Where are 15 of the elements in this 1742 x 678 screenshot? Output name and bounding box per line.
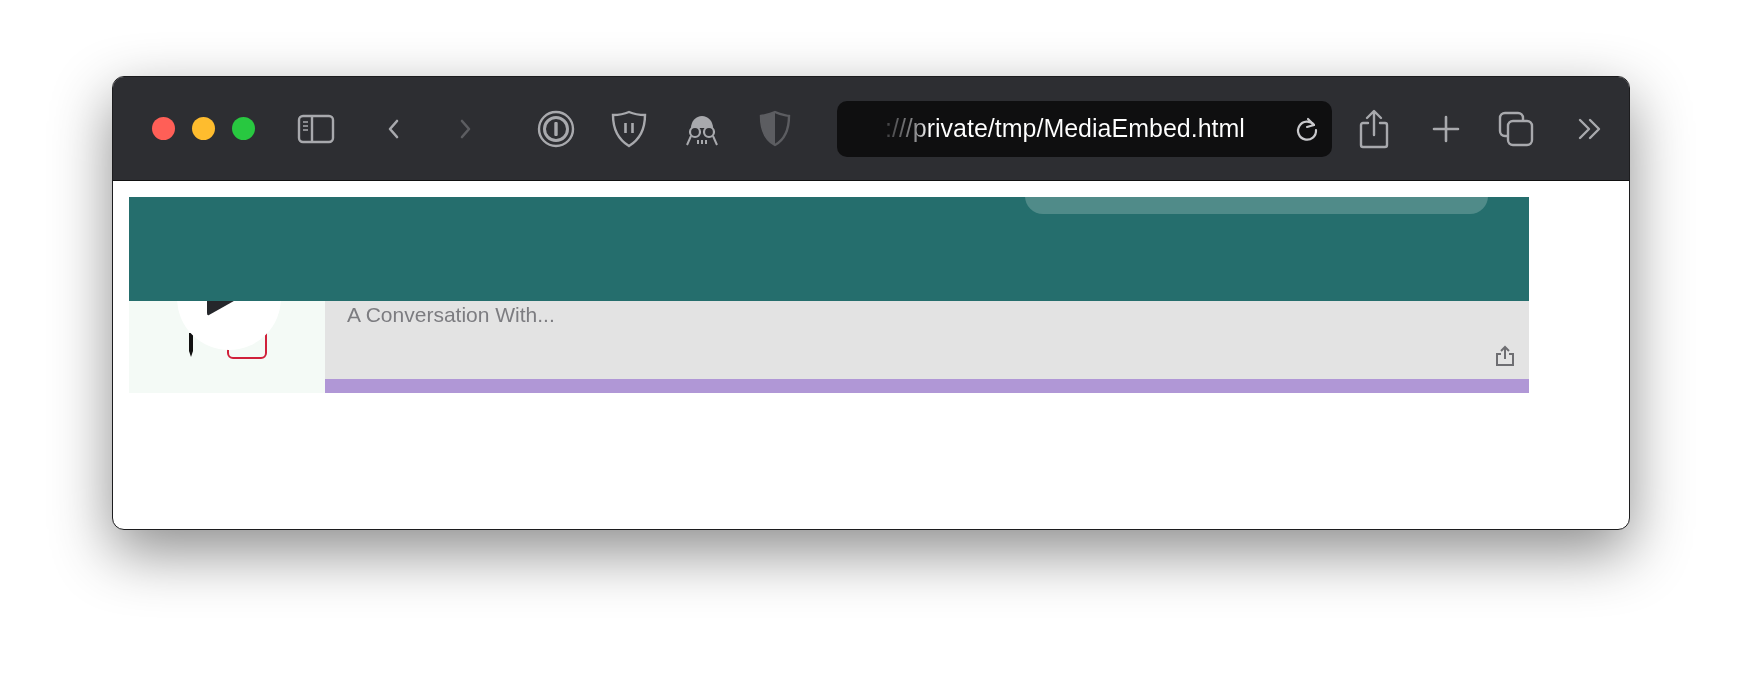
shield-icon <box>611 109 647 148</box>
tabs-icon <box>1498 110 1534 147</box>
share-icon[interactable] <box>1495 345 1515 367</box>
plus-icon <box>1432 114 1460 143</box>
reload-icon[interactable] <box>1294 115 1320 142</box>
ring-icon <box>537 109 575 148</box>
share-icon <box>1358 108 1390 149</box>
minimize-button[interactable] <box>192 117 215 140</box>
double-chevron-icon <box>1577 116 1603 141</box>
zoom-button[interactable] <box>232 117 255 140</box>
episode-title: A Conversation With... <box>347 303 555 327</box>
shield-icon <box>759 109 791 148</box>
sidebar-icon <box>297 113 335 144</box>
close-button[interactable] <box>152 117 175 140</box>
address-bar[interactable]: :///private/tmp/MediaEmbed.html <box>837 100 1332 157</box>
